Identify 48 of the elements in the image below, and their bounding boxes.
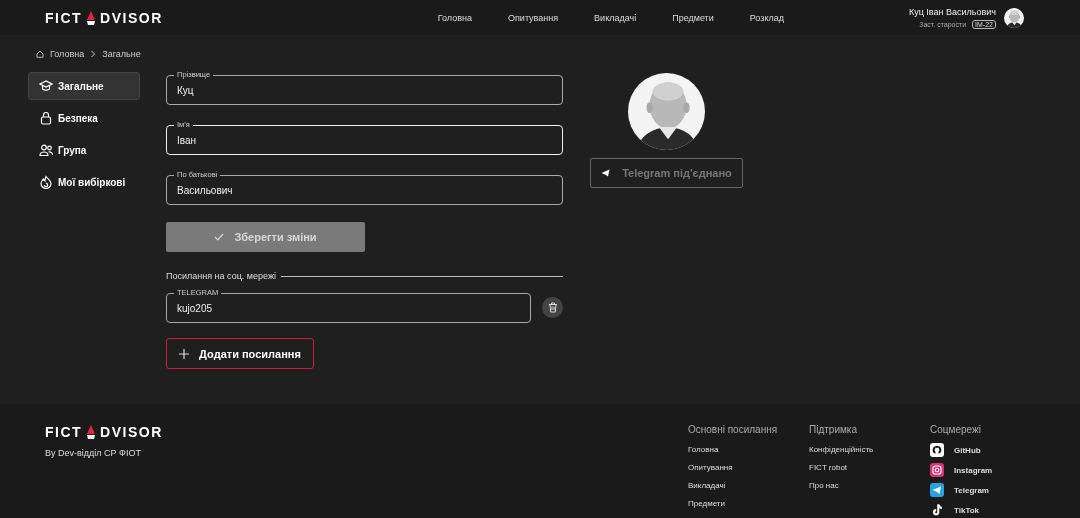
- logo-text: FICT: [45, 9, 83, 26]
- nav-link[interactable]: Викладачі: [576, 12, 655, 23]
- nav-link[interactable]: Розклад: [731, 12, 802, 23]
- sidebar-item[interactable]: Безпека: [28, 104, 140, 132]
- cat-logo-icon: [930, 443, 944, 457]
- logo-text: DVISOR: [100, 424, 163, 440]
- flame-icon: [39, 175, 53, 189]
- nav-link[interactable]: Головна: [419, 12, 490, 23]
- graduation-cap-icon: [39, 79, 53, 93]
- chevron-right-icon: [90, 50, 97, 58]
- trash-icon: [547, 301, 558, 313]
- footer-link[interactable]: FICT robot: [809, 463, 930, 472]
- paper-plane-icon: [930, 483, 944, 497]
- delete-button[interactable]: [542, 296, 563, 318]
- footer-link[interactable]: Головна: [688, 445, 809, 454]
- credit-text: By Dev-відділ СР ФІОТ: [45, 448, 142, 458]
- users-icon: [39, 143, 53, 157]
- check-icon: [214, 233, 225, 241]
- breadcrumb-link[interactable]: Загальне: [102, 49, 141, 59]
- footer-link[interactable]: Конфіденційність: [809, 445, 930, 454]
- user-name: Куц Іван Васильович: [908, 6, 996, 17]
- plus-icon: [179, 348, 190, 359]
- sidebar-item[interactable]: Загальне: [28, 72, 140, 100]
- footer-heading: Підтримка: [809, 424, 858, 435]
- home-icon: [36, 50, 44, 58]
- logo-text: FICT: [45, 424, 83, 440]
- nav-link[interactable]: Предмети: [654, 12, 732, 23]
- social-link[interactable]: Telegram: [954, 485, 989, 495]
- add-link-button[interactable]: Додати посилання: [166, 338, 314, 369]
- section-heading: Посилання на соц. мережі: [166, 271, 276, 281]
- footer-link[interactable]: Викладачі: [688, 481, 809, 490]
- social-link[interactable]: GitHub: [954, 445, 981, 455]
- music-note-icon: [932, 504, 942, 516]
- footer-link[interactable]: Про нас: [809, 481, 930, 490]
- social-link[interactable]: Instagram: [954, 465, 993, 475]
- nav-link[interactable]: Опитування: [490, 12, 577, 23]
- sidebar-item[interactable]: Мої вибіркові: [28, 168, 140, 196]
- footer-link[interactable]: Опитування: [688, 463, 809, 472]
- footer-heading: Соцмережі: [930, 424, 982, 435]
- footer-link[interactable]: Предмети: [688, 499, 809, 508]
- lock-icon: [39, 111, 53, 125]
- breadcrumb-link[interactable]: Головна: [50, 49, 85, 59]
- footer-heading: Основні посилання: [688, 424, 779, 435]
- social-link[interactable]: TikTok: [954, 505, 980, 515]
- logo-text: DVISOR: [100, 9, 163, 26]
- camera-logo-icon: [930, 463, 944, 477]
- sidebar-item[interactable]: Група: [28, 136, 140, 164]
- paper-plane-icon: [601, 169, 611, 177]
